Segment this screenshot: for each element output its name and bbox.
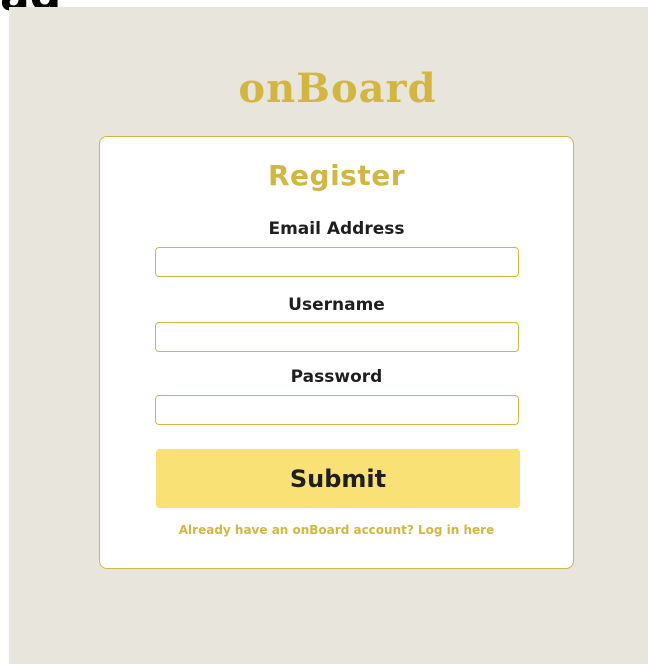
onboard-logo: onBoard [238,65,437,112]
email-field[interactable] [155,247,519,277]
password-label: Password [290,367,383,387]
page-background: onBoard Register Email Address Username … [9,7,648,664]
register-card: Register Email Address Username Password… [99,136,574,569]
email-label: Email Address [268,219,405,239]
login-link[interactable]: Already have an onBoard account? Log in … [100,523,573,537]
username-label: Username [288,295,385,315]
password-field[interactable] [155,395,519,425]
submit-button[interactable]: Submit [156,449,520,508]
username-field[interactable] [155,322,519,352]
register-title: Register [267,159,406,192]
